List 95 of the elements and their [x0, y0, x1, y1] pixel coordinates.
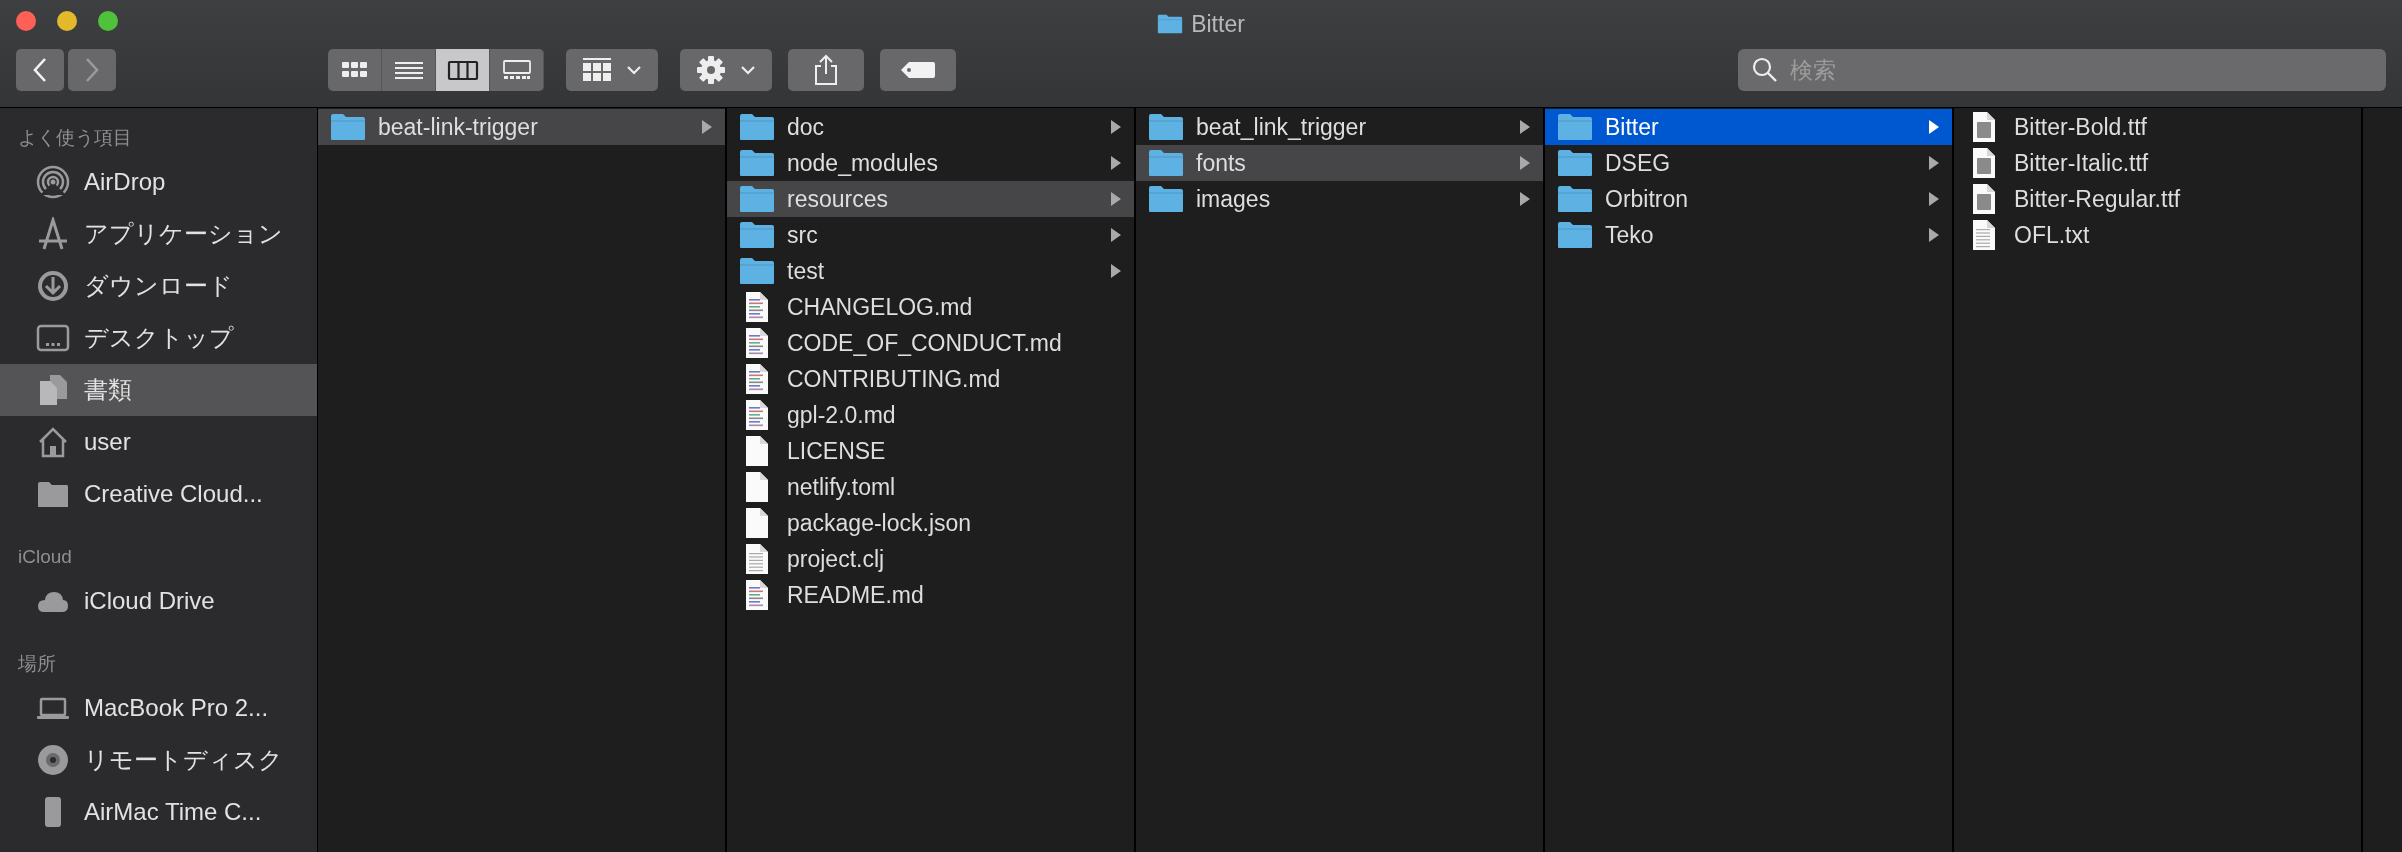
file-row[interactable]: CODE_OF_CONDUCT.md	[727, 325, 1134, 361]
sidebar-item[interactable]: AirDrop	[0, 156, 317, 208]
view-mode-button[interactable]	[490, 49, 544, 91]
sidebar-item[interactable]: user	[0, 416, 317, 468]
disclosure-arrow-icon	[1519, 191, 1531, 207]
file-row[interactable]: Teko	[1545, 217, 1952, 253]
gear-icon	[696, 55, 726, 85]
disclosure-arrow-icon	[701, 119, 713, 135]
folder-icon	[739, 113, 775, 141]
disclosure-arrow-icon	[1110, 263, 1122, 279]
folder-icon	[1557, 221, 1593, 249]
sidebar-item[interactable]: リモートディスク	[0, 734, 317, 786]
file-row[interactable]: project.clj	[727, 541, 1134, 577]
gallery-view-icon	[500, 58, 533, 82]
chevron-down-icon	[740, 65, 756, 75]
download-icon	[36, 269, 70, 303]
applications-icon	[36, 217, 70, 251]
disclosure-arrow-icon	[1110, 119, 1122, 135]
tag-icon	[900, 60, 936, 80]
sidebar-heading: よく使う項目	[18, 126, 132, 150]
disclosure-arrow-icon	[1928, 119, 1940, 135]
file-row[interactable]: Bitter-Regular.ttf	[1954, 181, 2361, 217]
file-row[interactable]: LICENSE	[727, 433, 1134, 469]
disclosure-arrow-icon	[1519, 119, 1531, 135]
file-row[interactable]: Bitter-Italic.ttf	[1954, 145, 2361, 181]
disclosure-arrow-icon	[1110, 191, 1122, 207]
folder-icon	[739, 221, 775, 249]
sidebar-heading: iCloud	[18, 546, 72, 568]
folder-icon	[739, 185, 775, 213]
chevron-right-icon	[84, 57, 100, 83]
disc-icon	[36, 743, 70, 777]
file-row[interactable]: Orbitron	[1545, 181, 1952, 217]
file-row[interactable]: test	[727, 253, 1134, 289]
share-icon	[813, 54, 839, 86]
file-row[interactable]: CONTRIBUTING.md	[727, 361, 1134, 397]
action-button[interactable]	[680, 49, 772, 91]
view-mode-button[interactable]	[328, 49, 382, 91]
folder-icon	[1148, 185, 1184, 213]
file-row[interactable]: src	[727, 217, 1134, 253]
folder-icon	[1557, 113, 1593, 141]
column-view-icon	[446, 58, 479, 82]
sidebar-item[interactable]: 書類	[0, 364, 317, 416]
folder-icon	[1148, 113, 1184, 141]
search-icon	[1752, 57, 1778, 83]
sidebar-item[interactable]: アプリケーション	[0, 208, 317, 260]
folder-icon	[739, 257, 775, 285]
zoom-button[interactable]	[98, 11, 118, 31]
file-row[interactable]: README.md	[727, 577, 1134, 613]
close-button[interactable]	[16, 11, 36, 31]
folder-icon	[1148, 149, 1184, 177]
folder-icon	[330, 113, 366, 141]
sidebar-heading: 場所	[18, 652, 56, 676]
tag-button[interactable]	[880, 49, 956, 91]
share-button[interactable]	[788, 49, 864, 91]
file-row[interactable]: resources	[727, 181, 1134, 217]
sidebar-item[interactable]: Creative Cloud...	[0, 468, 317, 520]
sidebar-item[interactable]: デスクトップ	[0, 312, 317, 364]
view-mode-button[interactable]	[382, 49, 436, 91]
chevron-down-icon	[626, 65, 642, 75]
file-row[interactable]: package-lock.json	[727, 505, 1134, 541]
view-mode-button[interactable]	[436, 49, 490, 91]
file-row[interactable]: node_modules	[727, 145, 1134, 181]
file-row[interactable]: netlify.toml	[727, 469, 1134, 505]
disclosure-arrow-icon	[1110, 155, 1122, 171]
file-row[interactable]: CHANGELOG.md	[727, 289, 1134, 325]
sidebar-item[interactable]: MacBook Pro 2...	[0, 682, 317, 734]
window-title: Bitter	[1191, 10, 1245, 38]
sidebar-item[interactable]: AirMac Time C...	[0, 786, 317, 838]
folder-icon	[739, 149, 775, 177]
file-row[interactable]: beat_link_trigger	[1136, 109, 1543, 145]
grid-icon	[582, 57, 612, 83]
folder-icon	[1557, 149, 1593, 177]
disclosure-arrow-icon	[1519, 155, 1531, 171]
file-row[interactable]: gpl-2.0.md	[727, 397, 1134, 433]
file-row[interactable]: Bitter	[1545, 109, 1952, 145]
disclosure-arrow-icon	[1928, 155, 1940, 171]
group-button[interactable]	[566, 49, 658, 91]
file-row[interactable]: OFL.txt	[1954, 217, 2361, 253]
minimize-button[interactable]	[57, 11, 77, 31]
file-row[interactable]: fonts	[1136, 145, 1543, 181]
disclosure-arrow-icon	[1928, 191, 1940, 207]
file-row[interactable]: DSEG	[1545, 145, 1952, 181]
file-row[interactable]: doc	[727, 109, 1134, 145]
file-row[interactable]: Bitter-Bold.ttf	[1954, 109, 2361, 145]
folder-icon	[1557, 185, 1593, 213]
chevron-left-icon	[32, 57, 48, 83]
file-row[interactable]: beat-link-trigger	[318, 109, 725, 145]
file-row[interactable]: images	[1136, 181, 1543, 217]
sidebar-item[interactable]: iCloud Drive	[0, 575, 317, 627]
airdrop-icon	[36, 165, 70, 199]
folder-icon	[1157, 14, 1184, 34]
disclosure-arrow-icon	[1110, 227, 1122, 243]
sidebar-item[interactable]: ダウンロード	[0, 260, 317, 312]
disclosure-arrow-icon	[1928, 227, 1940, 243]
back-button[interactable]	[16, 49, 64, 91]
